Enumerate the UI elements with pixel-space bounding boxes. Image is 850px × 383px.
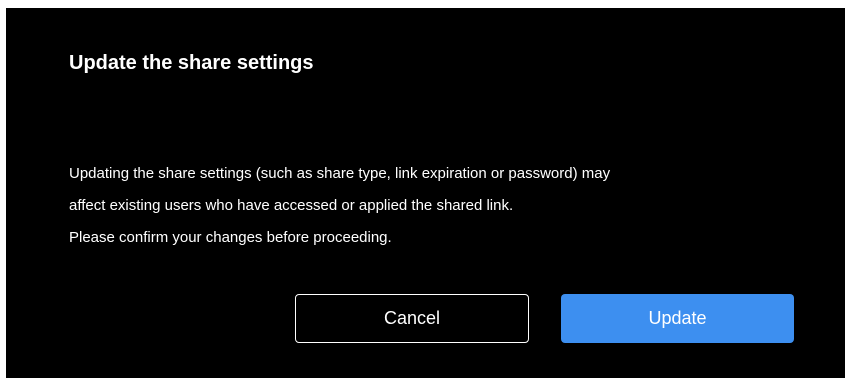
dialog-message-line: Updating the share settings (such as sha… [69, 165, 611, 182]
update-button[interactable]: Update [561, 294, 794, 343]
cancel-button[interactable]: Cancel [295, 294, 529, 343]
dialog-message-line: affect existing users who have accessed … [69, 197, 514, 214]
share-settings-dialog: Update the share settings Updating the s… [6, 8, 845, 378]
dialog-message: Updating the share settings (such as sha… [69, 158, 809, 254]
dialog-title: Update the share settings [69, 52, 314, 74]
dialog-message-line: Please confirm your changes before proce… [69, 229, 392, 246]
